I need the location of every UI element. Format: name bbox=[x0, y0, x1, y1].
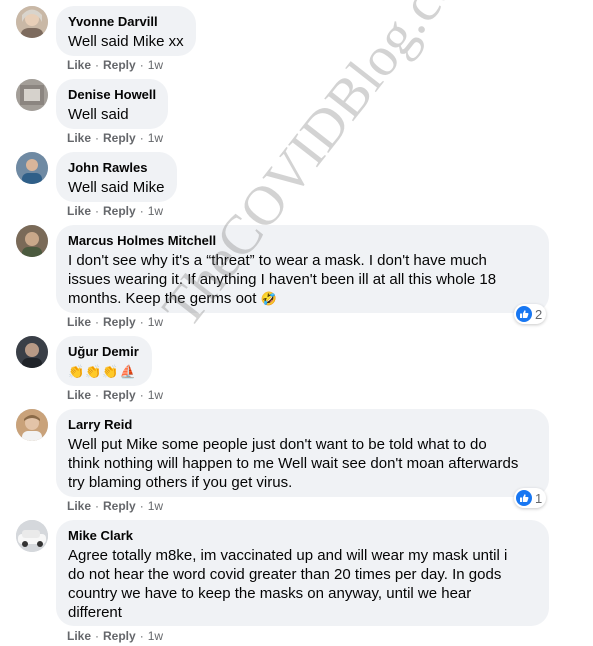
timestamp[interactable]: 1w bbox=[148, 204, 163, 218]
avatar[interactable] bbox=[16, 336, 48, 368]
avatar[interactable] bbox=[16, 225, 48, 257]
timestamp[interactable]: 1w bbox=[148, 388, 163, 402]
separator: · bbox=[139, 58, 144, 72]
comment-line-text: months. Keep the germs oot bbox=[68, 290, 257, 307]
reply-button[interactable]: Reply bbox=[103, 315, 136, 329]
timestamp[interactable]: 1w bbox=[148, 629, 163, 643]
like-button[interactable]: Like bbox=[67, 58, 91, 72]
comment-author[interactable]: Mike Clark bbox=[68, 528, 537, 544]
comment-author[interactable]: Larry Reid bbox=[68, 417, 537, 433]
like-button[interactable]: Like bbox=[67, 131, 91, 145]
comment-text: 👏👏👏⛵ bbox=[68, 362, 140, 381]
separator: · bbox=[95, 499, 100, 513]
comment-actions: Like · Reply · 1w bbox=[67, 498, 163, 514]
comment-bubble: Uğur Demir 👏👏👏⛵ bbox=[56, 336, 152, 386]
avatar[interactable] bbox=[16, 79, 48, 111]
separator: · bbox=[139, 629, 144, 643]
like-button[interactable]: Like bbox=[67, 315, 91, 329]
like-button[interactable]: Like bbox=[67, 388, 91, 402]
separator: · bbox=[95, 629, 100, 643]
separator: · bbox=[95, 204, 100, 218]
thumbs-up-icon bbox=[516, 306, 532, 322]
comment-text: Well said Mike xx bbox=[68, 33, 184, 50]
reply-button[interactable]: Reply bbox=[103, 58, 136, 72]
comment-text: Well put Mike some people just don't wan… bbox=[68, 435, 537, 492]
comment-line: I don't see why it's a “threat” to wear … bbox=[68, 252, 487, 269]
separator: · bbox=[139, 315, 144, 329]
reaction-summary[interactable]: 1 bbox=[514, 488, 547, 508]
avatar[interactable] bbox=[16, 6, 48, 38]
avatar[interactable] bbox=[16, 520, 48, 552]
comment-bubble: Yvonne Darvill Well said Mike xx bbox=[56, 6, 196, 56]
comment-text: Well said Mike bbox=[68, 179, 165, 196]
comment-actions: Like · Reply · 1w bbox=[67, 628, 163, 644]
reply-button[interactable]: Reply bbox=[103, 204, 136, 218]
comment-actions: Like · Reply · 1w bbox=[67, 203, 163, 219]
comment-text: Agree totally m8ke, im vaccinated up and… bbox=[68, 546, 537, 622]
rofl-emoji: 🤣 bbox=[260, 291, 278, 306]
thumbs-up-icon bbox=[516, 490, 532, 506]
comment-bubble: Marcus Holmes Mitchell I don't see why i… bbox=[56, 225, 549, 313]
comment-line: do not hear the word covid greater than … bbox=[68, 566, 502, 583]
comment-bubble: John Rawles Well said Mike bbox=[56, 152, 177, 202]
comment-author[interactable]: Uğur Demir bbox=[68, 344, 140, 360]
comment-author[interactable]: Yvonne Darvill bbox=[68, 14, 184, 30]
separator: · bbox=[95, 315, 100, 329]
reaction-count: 1 bbox=[535, 490, 543, 506]
clapping-hands-emoji: 👏👏👏⛵ bbox=[68, 364, 137, 379]
reply-button[interactable]: Reply bbox=[103, 388, 136, 402]
avatar[interactable] bbox=[16, 152, 48, 184]
timestamp[interactable]: 1w bbox=[148, 499, 163, 513]
comment-author[interactable]: Denise Howell bbox=[68, 87, 156, 103]
separator: · bbox=[139, 499, 144, 513]
comment-text: I don't see why it's a “threat” to wear … bbox=[68, 251, 537, 308]
like-button[interactable]: Like bbox=[67, 629, 91, 643]
comment-bubble: Mike Clark Agree totally m8ke, im vaccin… bbox=[56, 520, 549, 626]
reaction-count: 2 bbox=[535, 306, 543, 322]
comment-actions: Like · Reply · 1w bbox=[67, 57, 163, 73]
avatar[interactable] bbox=[16, 409, 48, 441]
timestamp[interactable]: 1w bbox=[148, 131, 163, 145]
separator: · bbox=[95, 388, 100, 402]
like-button[interactable]: Like bbox=[67, 204, 91, 218]
comment-line: try blaming others if you get virus. bbox=[68, 474, 293, 491]
comment-line: months. Keep the germs oot 🤣 bbox=[68, 289, 537, 308]
comment-line: Agree totally m8ke, im vaccinated up and… bbox=[68, 547, 508, 564]
separator: · bbox=[139, 131, 144, 145]
comment-actions: Like · Reply · 1w bbox=[67, 314, 163, 330]
comment-text: Well said bbox=[68, 106, 129, 123]
reply-button[interactable]: Reply bbox=[103, 131, 136, 145]
comment-actions: Like · Reply · 1w bbox=[67, 387, 163, 403]
separator: · bbox=[139, 204, 144, 218]
separator: · bbox=[95, 58, 100, 72]
timestamp[interactable]: 1w bbox=[148, 315, 163, 329]
comment-author[interactable]: Marcus Holmes Mitchell bbox=[68, 233, 537, 249]
comment-line: issues wearing it. If anything I haven't… bbox=[68, 271, 497, 288]
reply-button[interactable]: Reply bbox=[103, 629, 136, 643]
comment-line: country we have to keep the masks on any… bbox=[68, 585, 472, 602]
timestamp[interactable]: 1w bbox=[148, 58, 163, 72]
comment-line: Well put Mike some people just don't wan… bbox=[68, 436, 487, 453]
reaction-summary[interactable]: 2 bbox=[514, 304, 547, 324]
separator: · bbox=[95, 131, 100, 145]
comment-line: think nothing will happen to me Well wai… bbox=[68, 455, 519, 472]
separator: · bbox=[139, 388, 144, 402]
reply-button[interactable]: Reply bbox=[103, 499, 136, 513]
comment-line: different bbox=[68, 604, 122, 621]
comment-bubble: Denise Howell Well said bbox=[56, 79, 168, 129]
like-button[interactable]: Like bbox=[67, 499, 91, 513]
comment-author[interactable]: John Rawles bbox=[68, 160, 165, 176]
comment-bubble: Larry Reid Well put Mike some people jus… bbox=[56, 409, 549, 497]
comment-actions: Like · Reply · 1w bbox=[67, 130, 163, 146]
